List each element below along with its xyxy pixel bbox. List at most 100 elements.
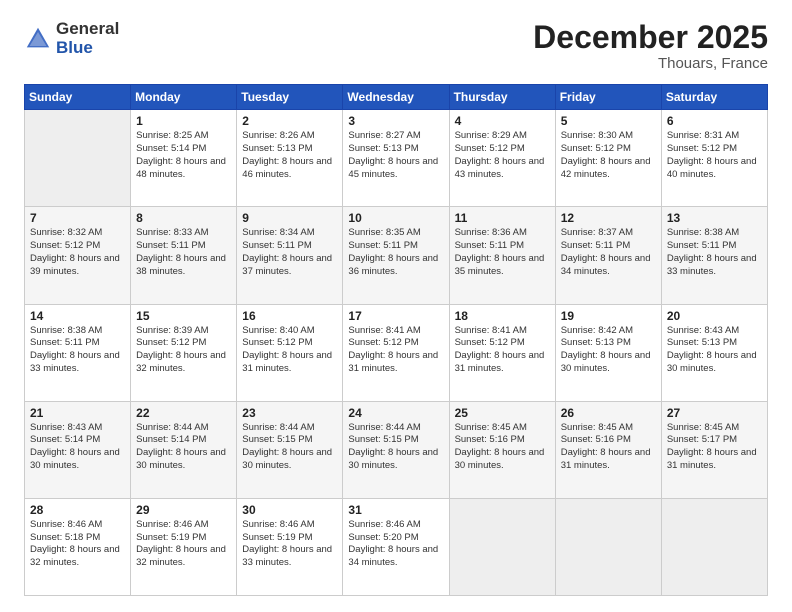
calendar-cell: 31 Sunrise: 8:46 AMSunset: 5:20 PMDayligh… [343, 498, 449, 595]
day-info: Sunrise: 8:33 AMSunset: 5:11 PMDaylight:… [136, 227, 231, 278]
calendar-week-row: 1 Sunrise: 8:25 AMSunset: 5:14 PMDaylight… [25, 110, 768, 207]
calendar-cell: 25Sunrise: 8:45 AMSunset: 5:16 PMDayligh… [449, 401, 555, 498]
calendar-weekday-monday: Monday [131, 85, 237, 110]
calendar-week-row: 14Sunrise: 8:38 AMSunset: 5:11 PMDayligh… [25, 304, 768, 401]
calendar-week-row: 21Sunrise: 8:43 AMSunset: 5:14 PMDayligh… [25, 401, 768, 498]
day-number: 20 [667, 309, 762, 323]
day-info: Sunrise: 8:30 AMSunset: 5:12 PMDaylight:… [561, 130, 656, 181]
day-info: Sunrise: 8:40 AMSunset: 5:12 PMDaylight:… [242, 325, 337, 376]
calendar-weekday-thursday: Thursday [449, 85, 555, 110]
day-number: 31 [348, 503, 443, 517]
day-info: Sunrise: 8:39 AMSunset: 5:12 PMDaylight:… [136, 325, 231, 376]
calendar-cell: 4 Sunrise: 8:29 AMSunset: 5:12 PMDaylight… [449, 110, 555, 207]
calendar-cell: 19 Sunrise: 8:42 AMSunset: 5:13 PMDayligh… [555, 304, 661, 401]
calendar-cell: 23 Sunrise: 8:44 AMSunset: 5:15 PMDayligh… [237, 401, 343, 498]
day-number: 15 [136, 309, 231, 323]
day-info: Sunrise: 8:45 AMSunset: 5:16 PMDaylight:… [455, 422, 550, 473]
calendar-cell: 24 Sunrise: 8:44 AMSunset: 5:15 PMDayligh… [343, 401, 449, 498]
day-number: 29 [136, 503, 231, 517]
calendar-weekday-saturday: Saturday [661, 85, 767, 110]
day-number: 3 [348, 114, 443, 128]
calendar-cell: 5 Sunrise: 8:30 AMSunset: 5:12 PMDaylight… [555, 110, 661, 207]
calendar-cell: 3 Sunrise: 8:27 AMSunset: 5:13 PMDaylight… [343, 110, 449, 207]
day-number: 18 [455, 309, 550, 323]
calendar-weekday-friday: Friday [555, 85, 661, 110]
day-info: Sunrise: 8:41 AMSunset: 5:12 PMDaylight:… [348, 325, 443, 376]
day-info: Sunrise: 8:32 AMSunset: 5:12 PMDaylight:… [30, 227, 125, 278]
day-info: Sunrise: 8:44 AMSunset: 5:15 PMDaylight:… [242, 422, 337, 473]
calendar-cell: 28 Sunrise: 8:46 AMSunset: 5:18 PMDayligh… [25, 498, 131, 595]
day-number: 1 [136, 114, 231, 128]
day-info: Sunrise: 8:27 AMSunset: 5:13 PMDaylight:… [348, 130, 443, 181]
day-number: 19 [561, 309, 656, 323]
day-info: Sunrise: 8:43 AMSunset: 5:13 PMDaylight:… [667, 325, 762, 376]
day-number: 6 [667, 114, 762, 128]
day-number: 8 [136, 211, 231, 225]
calendar-cell: 9Sunrise: 8:34 AMSunset: 5:11 PMDaylight… [237, 207, 343, 304]
logo-general: General [56, 20, 119, 39]
day-number: 16 [242, 309, 337, 323]
calendar-cell: 22Sunrise: 8:44 AMSunset: 5:14 PMDayligh… [131, 401, 237, 498]
day-info: Sunrise: 8:46 AMSunset: 5:20 PMDaylight:… [348, 519, 443, 570]
calendar-cell: 12 Sunrise: 8:37 AMSunset: 5:11 PMDayligh… [555, 207, 661, 304]
calendar-cell: 20 Sunrise: 8:43 AMSunset: 5:13 PMDayligh… [661, 304, 767, 401]
calendar-cell: 1 Sunrise: 8:25 AMSunset: 5:14 PMDaylight… [131, 110, 237, 207]
day-info: Sunrise: 8:46 AMSunset: 5:18 PMDaylight:… [30, 519, 125, 570]
day-info: Sunrise: 8:35 AMSunset: 5:11 PMDaylight:… [348, 227, 443, 278]
day-number: 10 [348, 211, 443, 225]
day-number: 4 [455, 114, 550, 128]
day-number: 28 [30, 503, 125, 517]
day-number: 22 [136, 406, 231, 420]
day-info: Sunrise: 8:42 AMSunset: 5:13 PMDaylight:… [561, 325, 656, 376]
calendar-cell [449, 498, 555, 595]
day-info: Sunrise: 8:44 AMSunset: 5:15 PMDaylight:… [348, 422, 443, 473]
header: General Blue December 2025 Thouars, Fran… [24, 20, 768, 72]
calendar-cell: 2 Sunrise: 8:26 AMSunset: 5:13 PMDaylight… [237, 110, 343, 207]
calendar-cell: 27 Sunrise: 8:45 AMSunset: 5:17 PMDayligh… [661, 401, 767, 498]
calendar-cell: 17 Sunrise: 8:41 AMSunset: 5:12 PMDayligh… [343, 304, 449, 401]
day-number: 24 [348, 406, 443, 420]
day-info: Sunrise: 8:25 AMSunset: 5:14 PMDaylight:… [136, 130, 231, 181]
calendar-cell: 21Sunrise: 8:43 AMSunset: 5:14 PMDayligh… [25, 401, 131, 498]
day-info: Sunrise: 8:29 AMSunset: 5:12 PMDaylight:… [455, 130, 550, 181]
day-info: Sunrise: 8:46 AMSunset: 5:19 PMDaylight:… [242, 519, 337, 570]
day-number: 5 [561, 114, 656, 128]
calendar-cell: 10 Sunrise: 8:35 AMSunset: 5:11 PMDayligh… [343, 207, 449, 304]
day-info: Sunrise: 8:31 AMSunset: 5:12 PMDaylight:… [667, 130, 762, 181]
day-info: Sunrise: 8:46 AMSunset: 5:19 PMDaylight:… [136, 519, 231, 570]
generalblue-logo-icon [24, 25, 52, 53]
calendar-cell [25, 110, 131, 207]
calendar-cell: 30Sunrise: 8:46 AMSunset: 5:19 PMDayligh… [237, 498, 343, 595]
day-number: 11 [455, 211, 550, 225]
calendar-cell: 7 Sunrise: 8:32 AMSunset: 5:12 PMDaylight… [25, 207, 131, 304]
day-number: 13 [667, 211, 762, 225]
calendar-cell: 18Sunrise: 8:41 AMSunset: 5:12 PMDayligh… [449, 304, 555, 401]
calendar-cell: 16 Sunrise: 8:40 AMSunset: 5:12 PMDayligh… [237, 304, 343, 401]
calendar-cell: 26 Sunrise: 8:45 AMSunset: 5:16 PMDayligh… [555, 401, 661, 498]
title-block: December 2025 Thouars, France [533, 20, 768, 72]
calendar-weekday-tuesday: Tuesday [237, 85, 343, 110]
day-number: 12 [561, 211, 656, 225]
page-title: December 2025 [533, 20, 768, 55]
day-number: 7 [30, 211, 125, 225]
day-info: Sunrise: 8:37 AMSunset: 5:11 PMDaylight:… [561, 227, 656, 278]
day-number: 27 [667, 406, 762, 420]
day-info: Sunrise: 8:36 AMSunset: 5:11 PMDaylight:… [455, 227, 550, 278]
calendar-cell: 29 Sunrise: 8:46 AMSunset: 5:19 PMDayligh… [131, 498, 237, 595]
logo-blue: Blue [56, 39, 119, 58]
day-info: Sunrise: 8:38 AMSunset: 5:11 PMDaylight:… [667, 227, 762, 278]
logo-text: General Blue [56, 20, 119, 57]
calendar-cell: 13 Sunrise: 8:38 AMSunset: 5:11 PMDayligh… [661, 207, 767, 304]
day-info: Sunrise: 8:45 AMSunset: 5:16 PMDaylight:… [561, 422, 656, 473]
calendar-weekday-sunday: Sunday [25, 85, 131, 110]
calendar-cell: 15 Sunrise: 8:39 AMSunset: 5:12 PMDayligh… [131, 304, 237, 401]
calendar-weekday-wednesday: Wednesday [343, 85, 449, 110]
day-number: 26 [561, 406, 656, 420]
day-number: 2 [242, 114, 337, 128]
day-number: 23 [242, 406, 337, 420]
page: General Blue December 2025 Thouars, Fran… [0, 0, 792, 612]
day-number: 17 [348, 309, 443, 323]
day-info: Sunrise: 8:26 AMSunset: 5:13 PMDaylight:… [242, 130, 337, 181]
day-info: Sunrise: 8:45 AMSunset: 5:17 PMDaylight:… [667, 422, 762, 473]
calendar-cell: 8 Sunrise: 8:33 AMSunset: 5:11 PMDaylight… [131, 207, 237, 304]
